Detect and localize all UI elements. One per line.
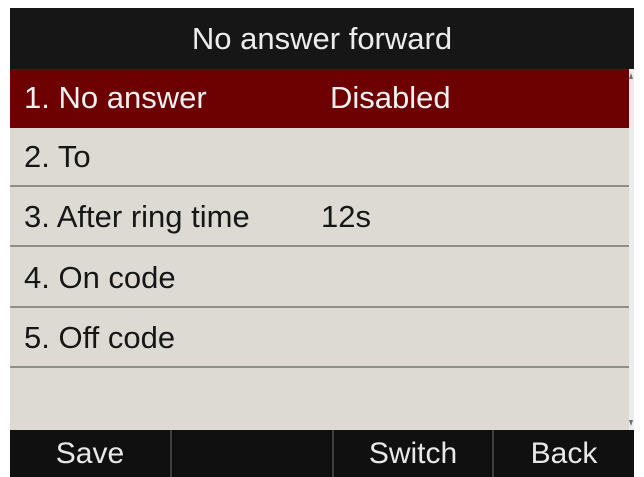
scroll-up-arrow-icon — [629, 73, 633, 79]
menu-item-no-answer[interactable]: 1. No answer Disabled — [10, 69, 632, 128]
menu-item-label: 2. To — [24, 138, 91, 174]
scroll-down-arrow-icon — [629, 420, 633, 426]
menu-item-label: 1. No answer — [24, 79, 207, 115]
phone-screen: No answer forward 1. No answer Disabled … — [10, 8, 634, 477]
page-title: No answer forward — [10, 8, 634, 69]
menu-item-label: 3. After ring time — [24, 198, 250, 234]
menu-item-value: Disabled — [330, 79, 451, 115]
menu-item-to[interactable]: 2. To — [10, 128, 632, 187]
save-button[interactable]: Save — [10, 430, 170, 477]
empty-softkey[interactable] — [170, 430, 332, 477]
menu-item-label: 4. On code — [24, 259, 176, 295]
scrollbar[interactable] — [629, 69, 634, 430]
softkey-bar: Save Switch Back — [10, 430, 634, 477]
menu-item-after-ring-time[interactable]: 3. After ring time 12s — [10, 188, 632, 247]
menu-item-off-code[interactable]: 5. Off code — [10, 309, 632, 368]
menu-item-label: 5. Off code — [24, 319, 176, 355]
menu-item-on-code[interactable]: 4. On code — [10, 249, 632, 308]
menu-item-value: 12s — [321, 198, 371, 234]
back-button[interactable]: Back — [492, 430, 634, 477]
menu-list: 1. No answer Disabled 2. To 3. After rin… — [10, 69, 632, 430]
switch-button[interactable]: Switch — [332, 430, 492, 477]
empty-row — [10, 369, 632, 430]
